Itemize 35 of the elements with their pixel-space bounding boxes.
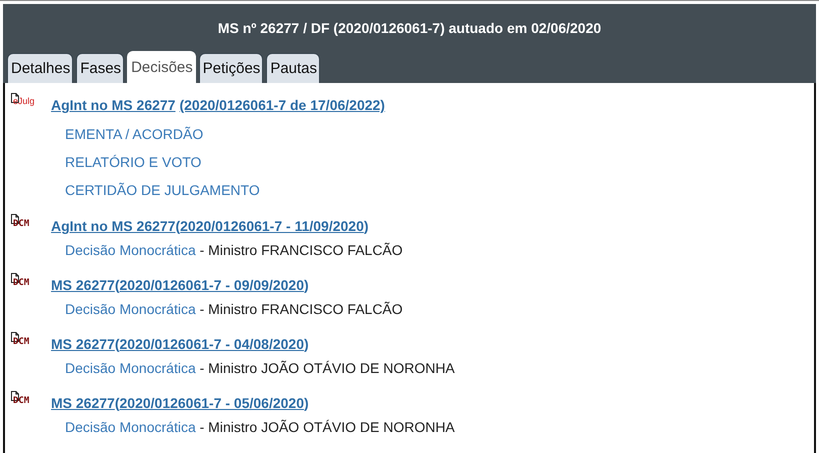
tab[interactable]: Petições xyxy=(198,53,264,83)
minister-text: - Ministro FRANCISCO FALCÃO xyxy=(198,301,403,317)
decision-link[interactable]: MS 26277 xyxy=(51,277,115,293)
parenthesis: ( xyxy=(114,336,120,352)
decision-link[interactable]: MS 26277 xyxy=(51,336,115,352)
document-link[interactable]: EMENTA / ACORDÃO xyxy=(65,126,814,143)
parenthesis: ) xyxy=(304,395,309,411)
parenthesis: ( xyxy=(175,218,180,234)
reference-link[interactable]: 2020/0126061-7 - 11/09/2020 xyxy=(180,218,364,234)
decision-link[interactable]: AgInt no MS 26277 xyxy=(51,97,176,113)
minister-text: - Ministro JOÃO OTÁVIO DE NORONHA xyxy=(198,419,455,435)
parenthesis: ) xyxy=(364,218,369,234)
minister-text: - Ministro JOÃO OTÁVIO DE NORONHA xyxy=(198,360,455,376)
reference-link[interactable]: (2020/0126061-7 de 17/06/2022) xyxy=(179,97,385,113)
decision-type-link[interactable]: Decisão Monocrática xyxy=(65,360,196,376)
reference-link[interactable]: 2020/0126061-7 - 05/06/2020 xyxy=(120,395,304,411)
parenthesis: ( xyxy=(114,395,120,411)
document-link[interactable]: RELATÓRIO E VOTO xyxy=(65,154,814,171)
decision-link[interactable]: MS 26277 xyxy=(51,395,115,411)
decision-type-link[interactable]: Decisão Monocrática xyxy=(65,242,196,258)
document-link[interactable]: CERTIDÃO DE JULGAMENTO xyxy=(65,182,814,199)
decision-type-link[interactable]: Decisão Monocrática xyxy=(65,419,196,435)
reference-link[interactable]: 2020/0126061-7 - 04/08/2020 xyxy=(120,336,304,352)
tab[interactable]: Pautas xyxy=(266,53,320,83)
page-title: MS nº 26277 / DF (2020/0126061-7) autuado em 02/06/2020 xyxy=(216,19,602,38)
tab[interactable]: Detalhes xyxy=(7,53,74,83)
tab[interactable]: Decisões xyxy=(127,51,196,83)
minister-text: - Ministro FRANCISCO FALCÃO xyxy=(198,242,403,258)
decision-type-link[interactable]: Decisão Monocrática xyxy=(65,301,196,317)
parenthesis: ) xyxy=(304,277,309,293)
parenthesis: ( xyxy=(114,277,120,293)
decision-link[interactable]: AgInt no MS 26277 xyxy=(51,218,176,234)
tab[interactable]: Fases xyxy=(76,53,124,83)
reference-link[interactable]: 2020/0126061-7 - 09/09/2020 xyxy=(120,277,304,293)
parenthesis: ) xyxy=(304,336,309,352)
